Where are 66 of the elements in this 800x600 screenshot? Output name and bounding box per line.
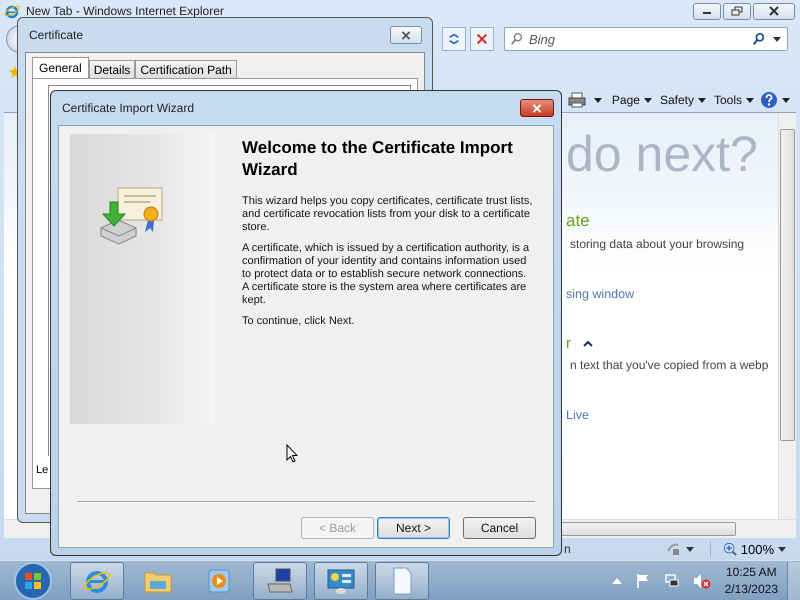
caret-icon[interactable] — [782, 98, 790, 102]
close-icon — [768, 6, 780, 16]
section-heading: r — [566, 335, 571, 352]
dialog-title: Certificate Import Wizard — [61, 101, 194, 115]
close-button[interactable] — [390, 26, 422, 44]
network-icon[interactable] — [664, 572, 680, 588]
close-button[interactable] — [520, 99, 554, 117]
restore-button[interactable] — [723, 2, 751, 20]
taskbar-button[interactable] — [253, 562, 307, 600]
page-link[interactable]: sing window — [566, 287, 634, 301]
zoom-icon[interactable] — [722, 542, 737, 556]
dropdown-icon[interactable] — [773, 37, 781, 42]
paragraph: A certificate, which is issued by a certification authority, is a confirmation of your identity and contains information used to protect data or to establish secure network connections. A certificate store is the system area where certificates are kept. — [242, 242, 530, 307]
menu-button[interactable]: Page — [610, 93, 654, 107]
paragraph: This wizard helps you copy certificates, certificate trust lists, and certificate revocation lists from your disk to a certificate store. — [242, 195, 534, 234]
caret-icon[interactable] — [686, 546, 694, 552]
zoom-level[interactable]: 100% — [740, 542, 774, 556]
menu-button[interactable]: Tools — [712, 93, 756, 107]
caret-icon[interactable] — [778, 546, 786, 552]
status-text: n — [564, 542, 571, 556]
paragraph: To continue, click Next. — [242, 315, 356, 328]
start-button[interactable] — [13, 560, 53, 600]
taskbar-button[interactable] — [70, 562, 124, 600]
search-icon — [510, 32, 524, 46]
browser-logo-icon — [4, 3, 20, 19]
clock-time: 10:25 AM — [726, 564, 777, 580]
stop-icon — [475, 32, 489, 46]
stop-button[interactable] — [470, 27, 494, 51]
refresh-button[interactable] — [442, 27, 466, 51]
window-title: New Tab - Windows Internet Explorer — [26, 4, 224, 18]
search-field[interactable]: Bing — [504, 27, 788, 51]
page-heading: do next? — [566, 125, 758, 183]
dialog-button[interactable]: Next > — [377, 517, 450, 539]
caret-icon — [746, 98, 754, 102]
dialog-title: Certificate — [28, 28, 84, 42]
minimize-button[interactable] — [693, 2, 721, 20]
printer-icon[interactable] — [568, 92, 586, 108]
tab[interactable]: Certification Path — [135, 60, 237, 78]
section-heading: ate — [566, 211, 590, 231]
help-icon[interactable] — [760, 91, 778, 109]
search-icon[interactable] — [752, 32, 766, 46]
menu-button[interactable]: Safety — [658, 93, 708, 107]
caret-icon — [698, 98, 706, 102]
tab[interactable]: Details — [88, 60, 136, 78]
restore-icon — [731, 6, 743, 16]
page-text: n text that you've copied from a webp — [570, 358, 768, 372]
tab[interactable]: General — [32, 57, 89, 78]
wizard-heading: Welcome to the Certificate Import Wizard — [242, 137, 514, 181]
page-link[interactable]: Live — [566, 408, 589, 422]
collapse-icon[interactable] — [583, 340, 593, 346]
mouse-cursor-icon — [286, 444, 298, 463]
taskbar-button[interactable] — [314, 562, 368, 600]
dialog-button[interactable]: Cancel — [463, 517, 536, 539]
vertical-scrollbar[interactable] — [778, 113, 796, 519]
caret-icon — [644, 98, 652, 102]
taskbar-button[interactable] — [375, 562, 429, 600]
clock[interactable]: 10:25 AM 2/13/2023 — [718, 564, 784, 598]
computer-icon — [265, 566, 295, 596]
caret-icon[interactable] — [594, 98, 602, 102]
clock-date: 2/13/2023 — [724, 580, 778, 598]
muted-speaker-icon[interactable] — [692, 572, 711, 588]
close-button[interactable] — [753, 2, 795, 20]
close-icon — [531, 104, 543, 112]
label-text: Le — [36, 464, 50, 476]
page-text: storing data about your browsing — [570, 237, 744, 251]
close-icon — [400, 30, 412, 40]
